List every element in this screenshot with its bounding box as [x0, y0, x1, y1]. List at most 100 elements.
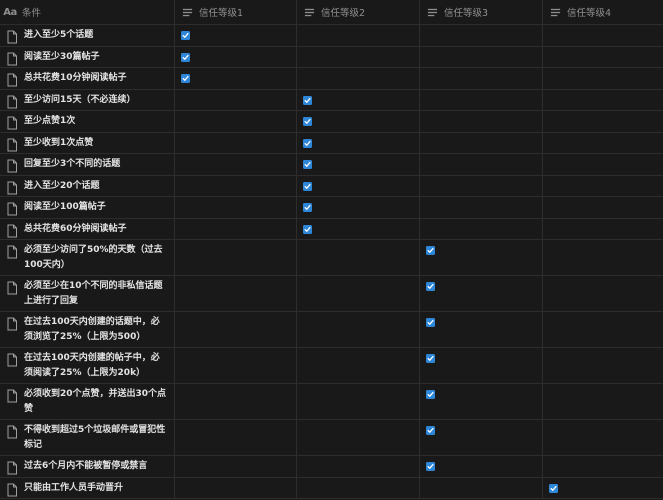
level-1-cell[interactable] — [175, 276, 297, 311]
level-1-cell[interactable] — [175, 477, 297, 498]
table-row[interactable]: 回复至少3个不同的话题 — [0, 154, 663, 176]
checkbox-checked-icon[interactable] — [303, 160, 312, 169]
checkbox-checked-icon[interactable] — [303, 181, 312, 191]
level-4-cell[interactable] — [543, 111, 663, 132]
column-header-condition[interactable]: Aa 条件 — [0, 0, 175, 24]
level-3-cell[interactable] — [420, 384, 543, 419]
level-3-cell[interactable] — [420, 111, 543, 132]
level-4-cell[interactable] — [543, 384, 663, 419]
table-row[interactable]: 必须至少访问了50%的天数（过去100天内） — [0, 240, 663, 276]
level-2-cell[interactable] — [297, 175, 420, 196]
condition-cell[interactable]: 只能由工作人员手动晋升 — [0, 477, 175, 498]
checkbox-checked-icon[interactable] — [303, 95, 312, 105]
level-2-cell[interactable] — [297, 218, 420, 239]
level-2-cell[interactable] — [297, 420, 420, 455]
level-4-cell[interactable] — [543, 456, 663, 477]
level-1-cell[interactable] — [175, 312, 297, 347]
checkbox-checked-icon[interactable] — [181, 31, 190, 40]
table-row[interactable]: 必须收到20个点赞，并送出30个点赞 — [0, 384, 663, 420]
checkbox-checked-icon[interactable] — [426, 318, 435, 327]
level-1-cell[interactable] — [175, 89, 297, 110]
level-1-cell[interactable] — [175, 240, 297, 275]
condition-cell[interactable]: 总共花费10分钟阅读帖子 — [0, 68, 175, 89]
level-3-cell[interactable] — [420, 197, 543, 218]
checkbox-checked-icon[interactable] — [426, 426, 435, 435]
level-4-cell[interactable] — [543, 240, 663, 275]
level-1-cell[interactable] — [175, 132, 297, 153]
table-row[interactable]: 不得收到超过5个垃圾邮件或冒犯性标记 — [0, 420, 663, 456]
condition-cell[interactable]: 必须至少在10个不同的非私信话题上进行了回复 — [0, 276, 175, 311]
table-row[interactable]: 在过去100天内创建的帖子中，必须阅读了25%（上限为20k） — [0, 348, 663, 384]
level-3-cell[interactable] — [420, 218, 543, 239]
column-header-level-4[interactable]: 信任等级4 — [543, 0, 663, 24]
table-row[interactable]: 阅读至少100篇帖子 — [0, 197, 663, 219]
column-header-level-3[interactable]: 信任等级3 — [420, 0, 543, 24]
level-4-cell[interactable] — [543, 68, 663, 89]
level-2-cell[interactable] — [297, 154, 420, 175]
condition-cell[interactable]: 在过去100天内创建的帖子中，必须阅读了25%（上限为20k） — [0, 348, 175, 383]
level-4-cell[interactable] — [543, 478, 663, 499]
level-4-cell[interactable] — [543, 47, 663, 68]
table-row[interactable]: 过去6个月内不能被暂停或禁言 — [0, 456, 663, 478]
level-2-cell[interactable] — [297, 197, 420, 218]
level-2-cell[interactable] — [297, 25, 420, 46]
level-1-cell[interactable] — [175, 68, 297, 89]
level-2-cell[interactable] — [297, 276, 420, 311]
checkbox-checked-icon[interactable] — [426, 354, 435, 363]
level-4-cell[interactable] — [543, 154, 663, 175]
level-1-cell[interactable] — [175, 111, 297, 132]
level-1-cell[interactable] — [175, 197, 297, 218]
level-3-cell[interactable] — [420, 477, 543, 498]
table-row[interactable]: 阅读至少30篇帖子 — [0, 46, 663, 68]
level-3-cell[interactable] — [420, 154, 543, 175]
table-row[interactable]: 总共花费10分钟阅读帖子 — [0, 68, 663, 90]
condition-cell[interactable]: 至少点赞1次 — [0, 111, 175, 132]
level-4-cell[interactable] — [543, 312, 663, 347]
level-2-cell[interactable] — [297, 312, 420, 347]
condition-cell[interactable]: 回复至少3个不同的话题 — [0, 154, 175, 175]
level-3-cell[interactable] — [420, 240, 543, 275]
checkbox-checked-icon[interactable] — [426, 246, 435, 255]
level-4-cell[interactable] — [543, 348, 663, 383]
condition-cell[interactable]: 进入至少5个话题 — [0, 25, 175, 46]
level-2-cell[interactable] — [297, 240, 420, 275]
level-4-cell[interactable] — [543, 219, 663, 240]
table-row[interactable]: 总共花费60分钟阅读帖子 — [0, 218, 663, 240]
level-2-cell[interactable] — [297, 384, 420, 419]
table-row[interactable]: 必须至少在10个不同的非私信话题上进行了回复 — [0, 276, 663, 312]
checkbox-checked-icon[interactable] — [181, 52, 190, 62]
level-2-cell[interactable] — [297, 46, 420, 67]
level-4-cell[interactable] — [543, 176, 663, 197]
condition-cell[interactable]: 必须至少访问了50%的天数（过去100天内） — [0, 240, 175, 275]
level-1-cell[interactable] — [175, 175, 297, 196]
condition-cell[interactable]: 不得收到超过5个垃圾邮件或冒犯性标记 — [0, 420, 175, 455]
checkbox-checked-icon[interactable] — [303, 117, 312, 126]
level-3-cell[interactable] — [420, 68, 543, 89]
level-4-cell[interactable] — [543, 25, 663, 46]
level-4-cell[interactable] — [543, 276, 663, 311]
level-2-cell[interactable] — [297, 68, 420, 89]
level-3-cell[interactable] — [420, 420, 543, 455]
level-2-cell[interactable] — [297, 132, 420, 153]
level-2-cell[interactable] — [297, 477, 420, 498]
level-1-cell[interactable] — [175, 348, 297, 383]
level-1-cell[interactable] — [175, 218, 297, 239]
level-4-cell[interactable] — [543, 420, 663, 455]
level-3-cell[interactable] — [420, 312, 543, 347]
level-1-cell[interactable] — [175, 456, 297, 477]
table-row[interactable]: 在过去100天内创建的话题中，必须浏览了25%（上限为500） — [0, 312, 663, 348]
column-header-level-1[interactable]: 信任等级1 — [175, 0, 297, 24]
checkbox-checked-icon[interactable] — [426, 462, 435, 471]
level-2-cell[interactable] — [297, 89, 420, 110]
level-1-cell[interactable] — [175, 46, 297, 67]
level-1-cell[interactable] — [175, 154, 297, 175]
condition-cell[interactable]: 在过去100天内创建的话题中，必须浏览了25%（上限为500） — [0, 312, 175, 347]
level-3-cell[interactable] — [420, 175, 543, 196]
level-3-cell[interactable] — [420, 456, 543, 477]
level-2-cell[interactable] — [297, 111, 420, 132]
level-3-cell[interactable] — [420, 89, 543, 110]
level-1-cell[interactable] — [175, 384, 297, 419]
condition-cell[interactable]: 阅读至少100篇帖子 — [0, 197, 175, 218]
table-row[interactable]: 只能由工作人员手动晋升 — [0, 477, 663, 499]
level-4-cell[interactable] — [543, 197, 663, 218]
